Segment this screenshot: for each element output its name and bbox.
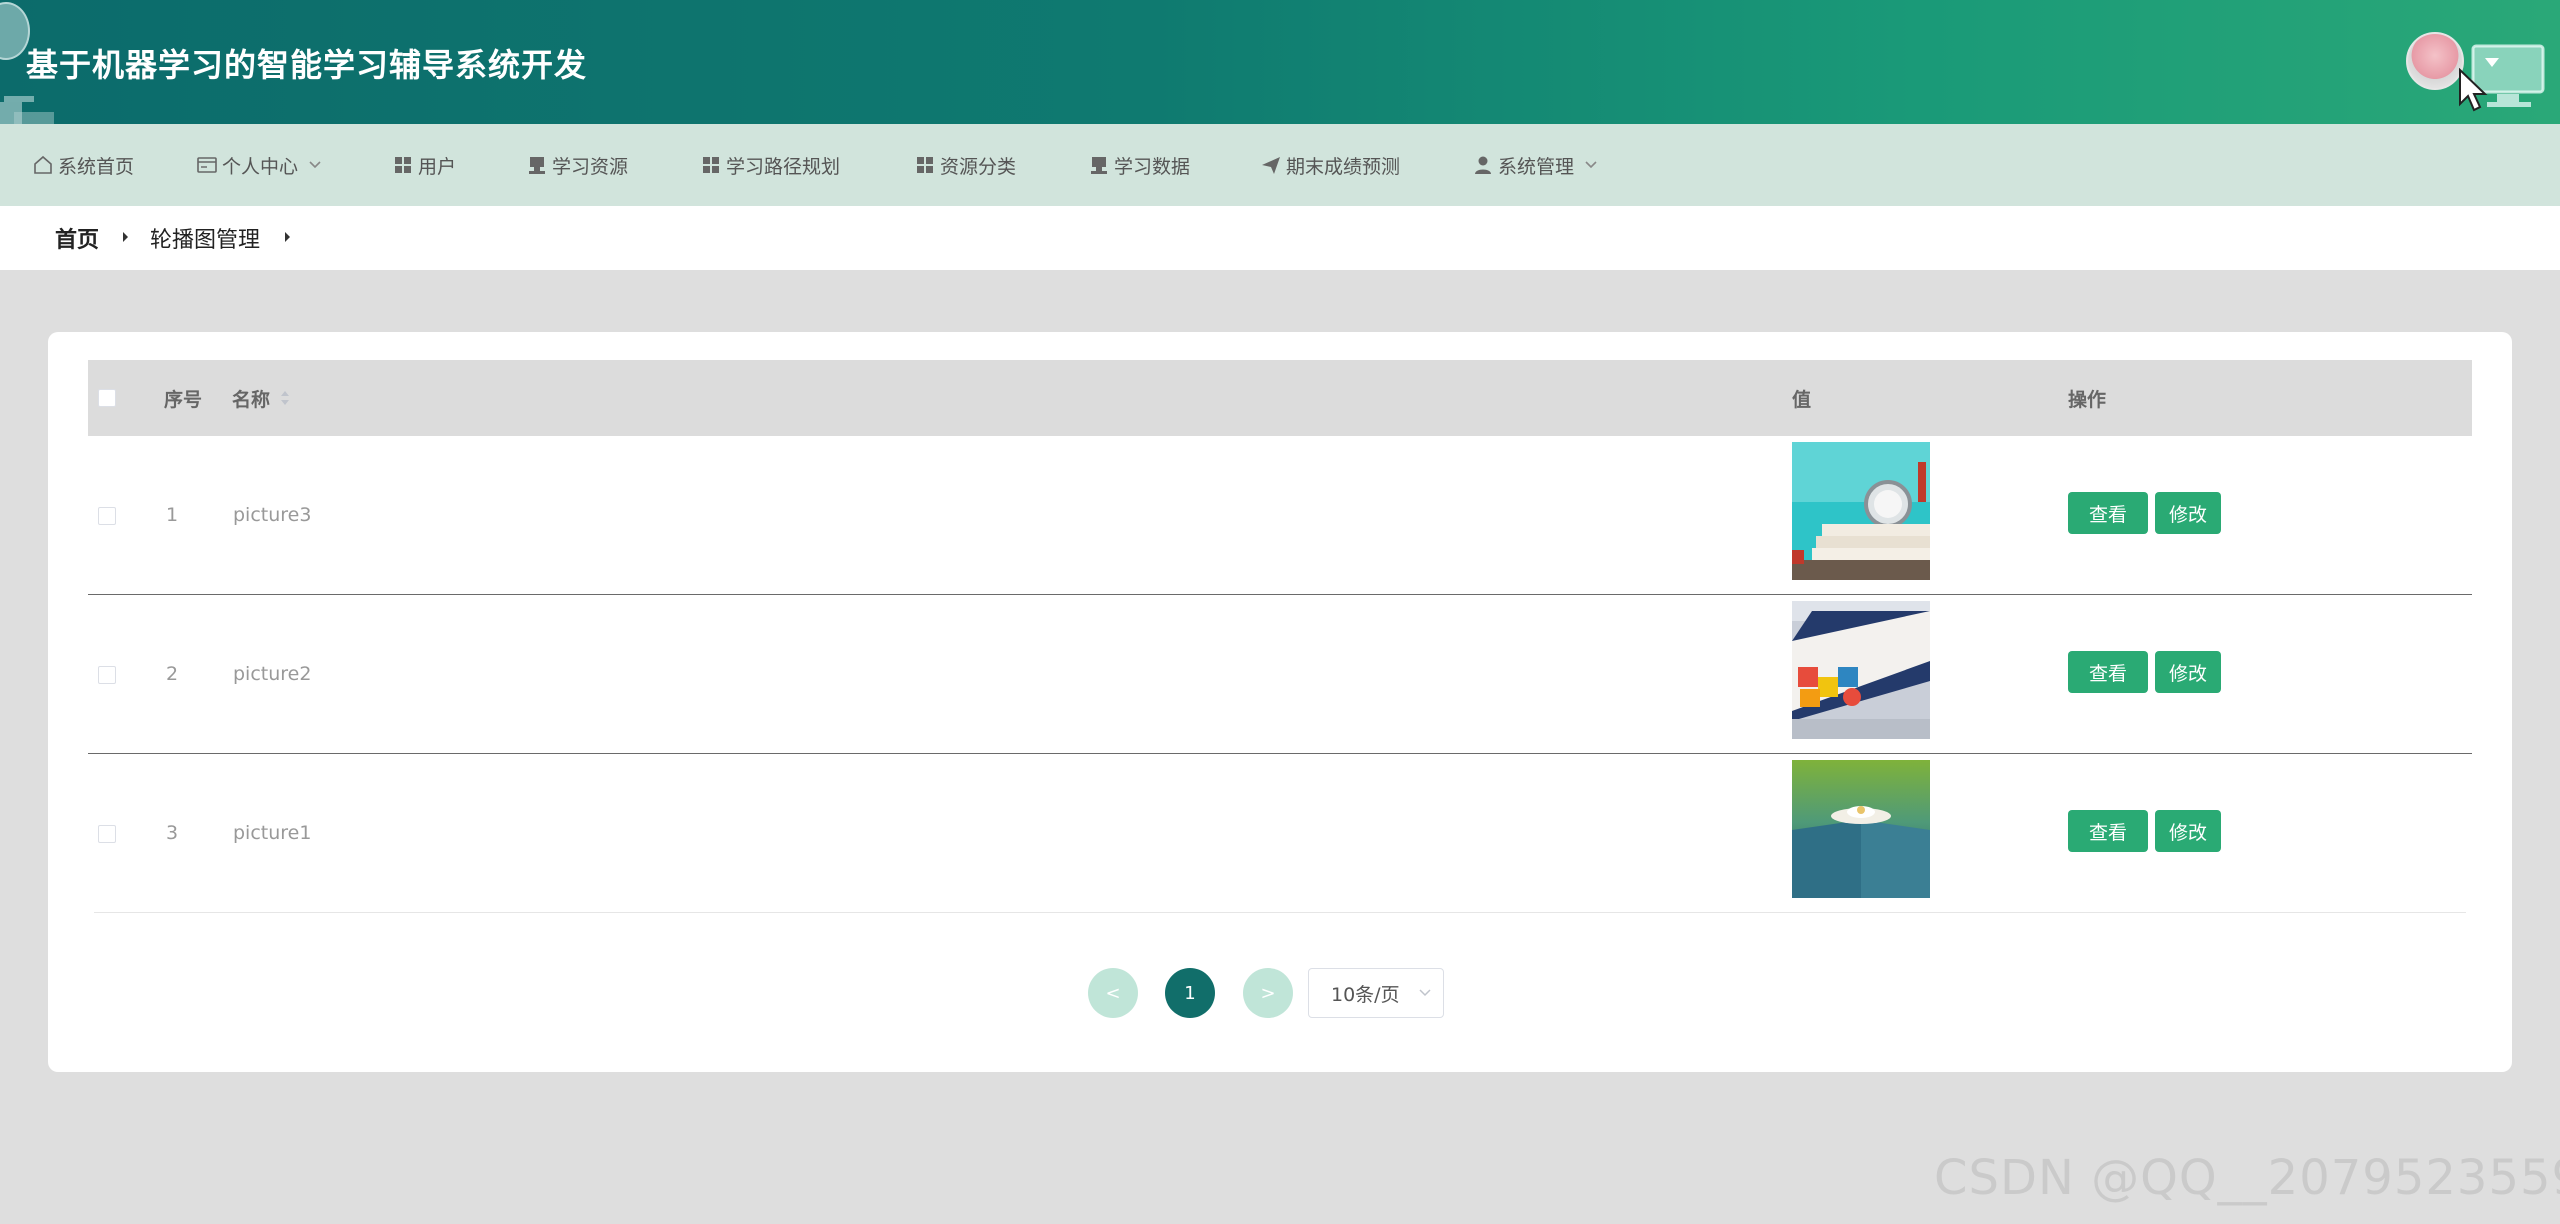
row-name: picture1 xyxy=(233,822,312,844)
breadcrumb-home[interactable]: 首页 xyxy=(55,206,99,270)
row-index: 2 xyxy=(166,663,179,685)
chevron-right-icon xyxy=(285,232,290,242)
mouse-cursor-icon xyxy=(2459,68,2488,112)
view-button[interactable]: 查看 xyxy=(2068,492,2148,534)
edit-button[interactable]: 修改 xyxy=(2155,492,2221,534)
row-checkbox[interactable] xyxy=(98,507,116,525)
paper-plane-icon xyxy=(1260,154,1282,176)
nav-item-resource-category[interactable]: 资源分类 xyxy=(914,124,1016,206)
column-header-index: 序号 xyxy=(164,388,203,411)
nav-item-label: 系统首页 xyxy=(58,155,135,178)
nav-item-label: 系统管理 xyxy=(1498,155,1575,178)
next-page-button[interactable]: > xyxy=(1243,968,1293,1018)
column-header-actions: 操作 xyxy=(2068,388,2107,411)
breadcrumb: 首页 轮播图管理 xyxy=(0,206,2560,270)
home-icon xyxy=(32,154,54,176)
nav-item-users[interactable]: 用户 xyxy=(392,124,456,206)
id-card-icon xyxy=(196,154,218,176)
nav-item-label: 个人中心 xyxy=(222,155,299,178)
view-button[interactable]: 查看 xyxy=(2068,651,2148,693)
row-name: picture3 xyxy=(233,504,312,526)
nav-item-system-management[interactable]: 系统管理 xyxy=(1472,124,1598,206)
content-card: 序号 名称 值 操作 1 picture3 查看 修改 2 picture2 查… xyxy=(48,332,2512,1072)
table-row: 3 picture1 查看 修改 xyxy=(88,754,2472,913)
edit-button[interactable]: 修改 xyxy=(2155,651,2221,693)
row-checkbox[interactable] xyxy=(98,666,116,684)
stamp-icon xyxy=(526,154,548,176)
row-name: picture2 xyxy=(233,663,312,685)
column-header-value: 值 xyxy=(1792,388,1812,411)
nav-item-label: 用户 xyxy=(418,155,457,178)
row-index: 1 xyxy=(166,504,179,526)
prev-page-button[interactable]: < xyxy=(1088,968,1138,1018)
grid-icon xyxy=(700,154,722,176)
nav-item-label: 期末成绩预测 xyxy=(1286,155,1401,178)
nav-item-learning-path[interactable]: 学习路径规划 xyxy=(700,124,840,206)
decorative-book-icon xyxy=(0,96,54,124)
sort-icon[interactable] xyxy=(280,389,290,407)
view-button[interactable]: 查看 xyxy=(2068,810,2148,852)
select-all-checkbox[interactable] xyxy=(98,389,116,407)
row-index: 3 xyxy=(166,822,179,844)
row-thumbnail-image xyxy=(1792,760,1930,898)
nav-item-grade-prediction[interactable]: 期末成绩预测 xyxy=(1260,124,1400,206)
page-number-button[interactable]: 1 xyxy=(1165,968,1215,1018)
row-checkbox[interactable] xyxy=(98,825,116,843)
row-divider xyxy=(94,912,2466,913)
grid-icon xyxy=(914,154,936,176)
watermark-text: CSDN @QQ__2079523559 xyxy=(1934,1150,2560,1206)
chevron-down-icon xyxy=(1419,989,1431,997)
nav-item-label: 学习资源 xyxy=(552,155,629,178)
page-size-select[interactable]: 10条/页 xyxy=(1308,968,1444,1018)
column-header-name-label: 名称 xyxy=(232,388,271,411)
chevron-down-icon xyxy=(1585,161,1597,169)
nav-item-label: 资源分类 xyxy=(940,155,1017,178)
table-header: 序号 名称 值 操作 xyxy=(88,360,2472,436)
column-header-name[interactable]: 名称 xyxy=(232,360,290,436)
chevron-down-icon xyxy=(309,161,321,169)
top-header: 基于机器学习的智能学习辅导系统开发 xyxy=(0,0,2560,124)
breadcrumb-current: 轮播图管理 xyxy=(150,228,261,253)
app-title: 基于机器学习的智能学习辅导系统开发 xyxy=(26,46,588,84)
chevron-right-icon xyxy=(123,232,128,242)
page-size-value: 10条/页 xyxy=(1331,983,1400,1006)
nav-item-home[interactable]: 系统首页 xyxy=(32,124,134,206)
table-row: 1 picture3 查看 修改 xyxy=(88,436,2472,595)
stamp-icon xyxy=(1088,154,1110,176)
main-nav: 系统首页 个人中心 用户 学习资源 学习路径规划 资源分类 学习数据 期末成绩预… xyxy=(0,124,2560,206)
nav-item-label: 学习数据 xyxy=(1114,155,1191,178)
row-thumbnail-image xyxy=(1792,442,1930,580)
nav-item-learning-resources[interactable]: 学习资源 xyxy=(526,124,628,206)
nav-item-personal-center[interactable]: 个人中心 xyxy=(196,124,322,206)
person-icon xyxy=(1472,154,1494,176)
row-thumbnail-image xyxy=(1792,601,1930,739)
edit-button[interactable]: 修改 xyxy=(2155,810,2221,852)
nav-item-learning-data[interactable]: 学习数据 xyxy=(1088,124,1190,206)
grid-icon xyxy=(392,154,414,176)
user-avatar[interactable] xyxy=(2406,32,2464,90)
table-row: 2 picture2 查看 修改 xyxy=(88,595,2472,754)
nav-item-label: 学习路径规划 xyxy=(726,155,841,178)
